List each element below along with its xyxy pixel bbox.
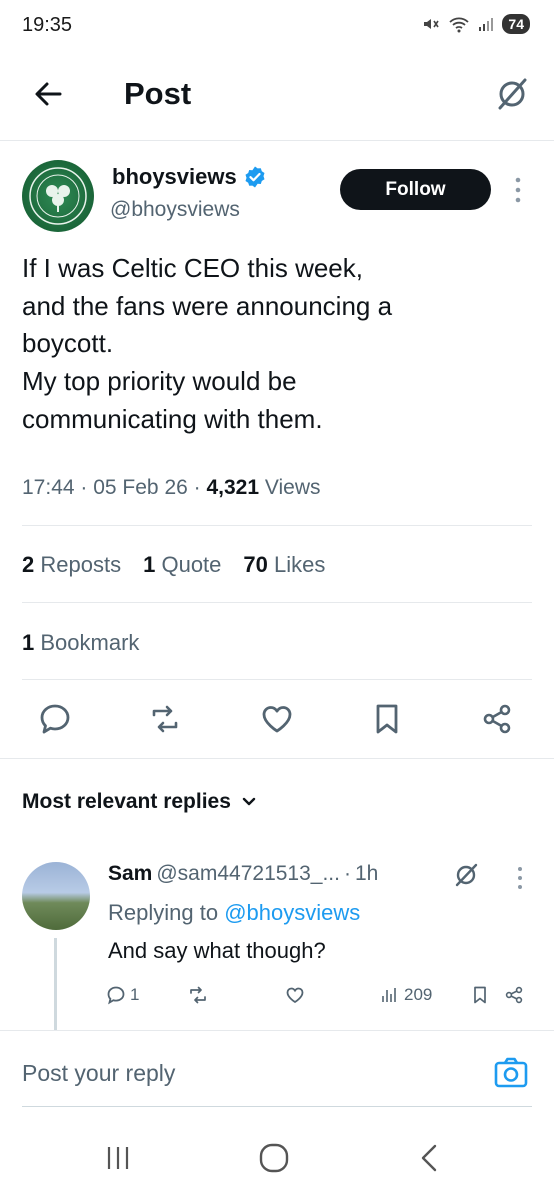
header-divider <box>0 140 554 141</box>
author-name[interactable]: bhoysviews <box>112 164 267 190</box>
author-avatar[interactable] <box>22 160 94 232</box>
verified-badge-icon <box>245 166 265 188</box>
thread-line <box>54 938 57 1030</box>
celtic-crest-icon <box>29 167 87 225</box>
author-name-text: bhoysviews <box>112 164 237 189</box>
bookmarks-count: 1 <box>22 630 35 655</box>
composer-top-divider <box>0 1030 554 1031</box>
reply-icon[interactable] <box>38 702 72 736</box>
bookmarks-stat[interactable]: 1 Bookmark <box>22 630 139 656</box>
tweet-meta: 17:44 · 05 Feb 26 · 4,321 Views <box>22 476 321 499</box>
reply-text: And say what though? <box>108 938 326 963</box>
reply-views-count: 209 <box>404 985 433 1004</box>
reply-age: 1h <box>354 862 379 885</box>
tweet-time: 17:44 <box>22 476 75 499</box>
views-icon <box>382 988 396 1002</box>
like-icon[interactable] <box>260 702 294 736</box>
status-time: 19:35 <box>22 14 73 36</box>
views-count: 4,321 <box>206 476 260 499</box>
likes-stat[interactable]: 70 Likes <box>243 552 325 578</box>
reply-separator: · <box>343 862 351 885</box>
bookmark-icon[interactable] <box>370 702 404 736</box>
more-vertical-icon[interactable] <box>510 176 526 204</box>
chevron-down-icon <box>242 797 256 806</box>
bookmarks-label: Bookmark <box>40 630 140 655</box>
actions-divider <box>0 758 554 759</box>
replying-to-handle[interactable]: @bhoysviews <box>224 900 360 925</box>
signal-icon <box>479 18 494 31</box>
reply-bookmark-action[interactable] <box>470 985 490 1005</box>
quotes-count: 1 <box>143 552 156 577</box>
bookmark-icon <box>474 986 486 1004</box>
views-label: Views <box>264 476 321 499</box>
stats-divider <box>22 602 532 603</box>
reply-views[interactable]: 209 <box>380 985 432 1005</box>
reply-reply-count: 1 <box>130 985 140 1004</box>
reply-composer-input[interactable]: Post your reply <box>22 1060 175 1087</box>
replying-prefix: Replying to <box>108 900 219 925</box>
battery-level: 74 <box>502 14 530 34</box>
likes-label: Likes <box>274 552 326 577</box>
share-icon[interactable] <box>480 702 514 736</box>
composer-underline <box>22 1106 532 1107</box>
camera-icon[interactable] <box>493 1055 529 1091</box>
reply-name[interactable]: Sam <box>108 862 152 886</box>
grok-icon[interactable] <box>492 74 532 114</box>
tweet-text: If I was Celtic CEO this week, and the f… <box>22 253 393 434</box>
follow-button[interactable]: Follow <box>340 169 491 210</box>
status-icons: 74 <box>422 14 530 34</box>
reply-reply-action[interactable]: 1 <box>106 985 139 1005</box>
like-icon <box>286 987 304 1004</box>
back-nav-icon[interactable] <box>412 1140 448 1176</box>
reply-more-icon[interactable] <box>513 866 527 890</box>
reposts-count: 2 <box>22 552 35 577</box>
wifi-icon <box>449 17 470 33</box>
back-arrow-icon[interactable] <box>30 76 66 112</box>
quotes-stat[interactable]: 1 Quote <box>143 552 221 578</box>
quotes-label: Quote <box>161 552 222 577</box>
page-title: Post <box>124 76 192 111</box>
reply-repost-action[interactable] <box>188 985 208 1005</box>
bookmarks-divider <box>22 679 532 680</box>
reply-share-action[interactable] <box>504 985 524 1005</box>
repost-icon[interactable] <box>148 702 182 736</box>
recent-apps-icon[interactable] <box>100 1140 136 1176</box>
tweet-date: 05 Feb 26 <box>93 476 188 499</box>
meta-divider <box>22 525 532 526</box>
repost-icon <box>190 986 206 1004</box>
share-icon <box>505 986 523 1004</box>
replies-sort-label: Most relevant replies <box>22 790 231 813</box>
author-handle[interactable]: @bhoysviews <box>110 198 240 222</box>
replies-sort-dropdown[interactable]: Most relevant replies <box>22 790 257 814</box>
reply-icon <box>107 986 125 1005</box>
reply-header: Sam @sam44721513_... · 1h <box>108 862 378 886</box>
tweet-stats: 2 Reposts 1 Quote 70 Likes <box>22 552 325 578</box>
mute-icon <box>424 19 440 29</box>
reposts-label: Reposts <box>40 552 122 577</box>
reply-handle[interactable]: @sam44721513_... <box>156 862 340 886</box>
reply-like-action[interactable] <box>285 985 305 1005</box>
reply-grok-icon[interactable] <box>452 861 480 889</box>
replying-to: Replying to @bhoysviews <box>108 900 360 926</box>
reply-avatar[interactable] <box>22 862 90 930</box>
home-icon[interactable] <box>256 1140 292 1176</box>
reposts-stat[interactable]: 2 Reposts <box>22 552 121 578</box>
likes-count: 70 <box>243 552 268 577</box>
